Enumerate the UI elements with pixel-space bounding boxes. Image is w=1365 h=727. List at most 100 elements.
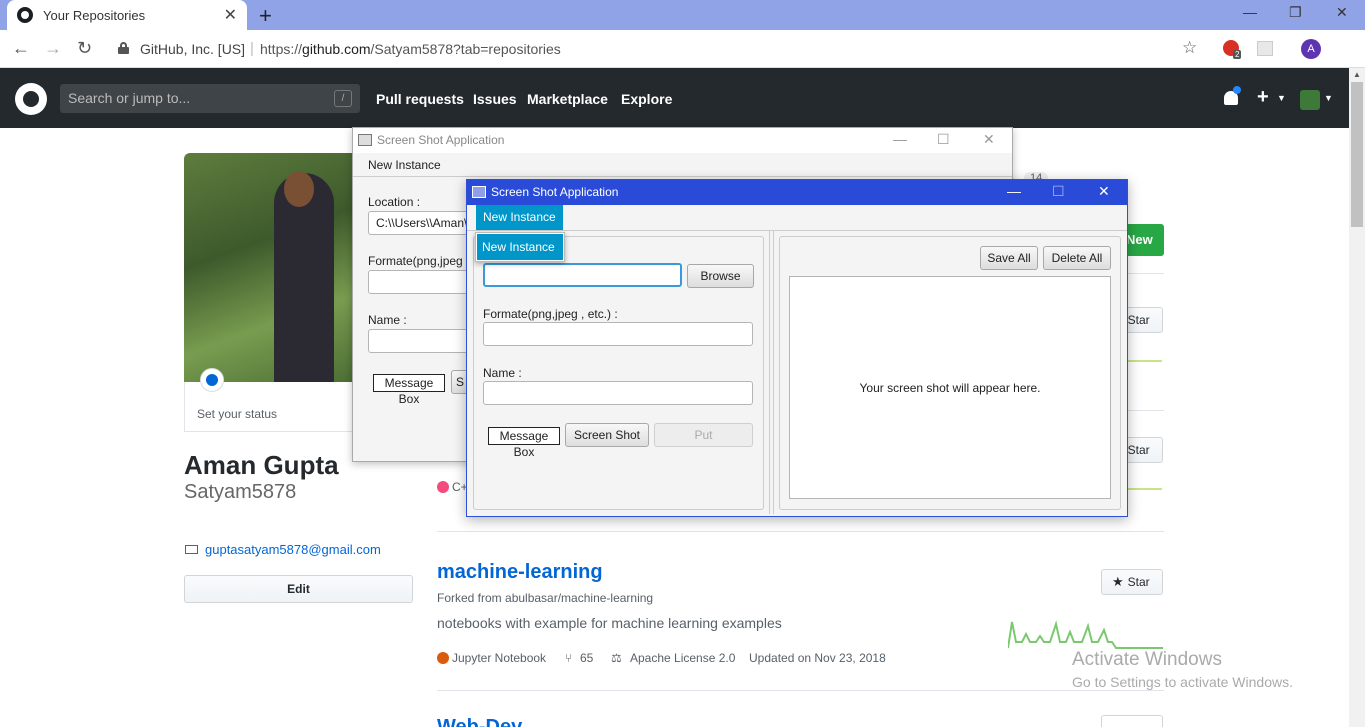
create-new-plus-icon[interactable]: + [1257, 86, 1269, 109]
minimize-icon[interactable]: — [1007, 183, 1021, 199]
format-label: Formate(png,jpeg , etc.) : [483, 307, 618, 321]
tab-bar: Your Repositories ✕ + — ❐ ✕ [0, 0, 1365, 30]
nav-explore[interactable]: Explore [621, 91, 672, 107]
site-org: GitHub, Inc. [US] [140, 41, 246, 57]
profile-email-link[interactable]: guptasatyam5878@gmail.com [205, 542, 381, 557]
repo-forks[interactable]: 65 [580, 651, 593, 665]
put-button[interactable]: Put [654, 423, 753, 447]
github-header: Search or jump to... / Pull requests Iss… [0, 68, 1349, 128]
extension-badge: 2 [1233, 50, 1242, 59]
browse-button[interactable]: Browse [687, 264, 754, 288]
menu-new-instance[interactable]: New Instance [353, 153, 456, 177]
name-field[interactable] [368, 329, 468, 353]
delete-all-button[interactable]: Delete All [1043, 246, 1111, 270]
profile-username: Satyam5878 [184, 481, 297, 503]
tab-your-repositories[interactable]: Your Repositories ✕ [7, 0, 247, 30]
address-bar: ← → ↻ GitHub, Inc. [US] | https://github… [0, 30, 1365, 86]
screen-shot-button[interactable]: Screen Shot [565, 423, 649, 447]
message-box-button[interactable]: Message Box [373, 374, 445, 406]
status-text[interactable]: Set your status [197, 407, 277, 421]
user-avatar[interactable] [1300, 90, 1320, 110]
minimize-icon[interactable]: — [893, 131, 907, 147]
chrome-profile-avatar[interactable]: A [1301, 39, 1321, 59]
law-icon: ⚖ [611, 651, 622, 665]
star-button[interactable] [1101, 715, 1163, 727]
back-icon[interactable]: ← [12, 38, 30, 59]
lock-icon [118, 42, 129, 54]
chevron-down-icon[interactable]: ▼ [1277, 93, 1286, 103]
page-scrollbar[interactable]: ▲ [1349, 68, 1365, 727]
location-field[interactable] [483, 263, 682, 287]
menu-bar: New Instance [353, 153, 1012, 177]
format-field[interactable] [483, 322, 753, 346]
search-shortcut-key: / [334, 90, 352, 107]
url-text[interactable]: https://github.com/Satyam5878?tab=reposi… [260, 41, 561, 57]
nav-marketplace[interactable]: Marketplace [527, 91, 608, 107]
scroll-up-icon[interactable]: ▲ [1353, 70, 1361, 79]
window-title-bar[interactable]: Screen Shot Application — ☐ ✕ [353, 128, 1012, 153]
activity-sparkline [1008, 620, 1163, 649]
new-instance-dropdown: New Instance [475, 232, 565, 262]
mail-icon [185, 545, 198, 554]
close-tab-icon[interactable]: ✕ [224, 5, 237, 25]
split-divider[interactable] [769, 231, 774, 514]
close-icon[interactable]: ✕ [1098, 183, 1110, 200]
app-window-icon [472, 186, 486, 198]
minimize-icon[interactable]: — [1243, 4, 1257, 20]
repo-license: Apache License 2.0 [630, 651, 736, 665]
bookmark-star-icon[interactable]: ☆ [1182, 38, 1197, 58]
format-label: Formate(png,jpeg [368, 254, 463, 268]
scrollbar-thumb[interactable] [1351, 82, 1363, 227]
window-title: Screen Shot Application [491, 185, 619, 199]
screenshot-preview-area: Your screen shot will appear here. [789, 276, 1111, 499]
restore-icon[interactable]: ❐ [1289, 4, 1302, 21]
preview-placeholder: Your screen shot will appear here. [859, 381, 1041, 395]
name-label: Name : [368, 313, 407, 327]
github-favicon-icon [17, 7, 33, 23]
github-logo-icon[interactable] [15, 83, 47, 115]
close-icon[interactable]: ✕ [983, 131, 995, 148]
nav-issues[interactable]: Issues [473, 91, 517, 107]
repo-language: Jupyter Notebook [452, 651, 547, 665]
save-all-button[interactable]: Save All [980, 246, 1038, 270]
chevron-down-icon[interactable]: ▼ [1324, 93, 1333, 103]
reload-icon[interactable]: ↻ [77, 38, 92, 59]
menu-new-instance[interactable]: New Instance [476, 205, 563, 230]
activity-sparkline [1128, 488, 1162, 490]
repo-name-link[interactable]: Web-Dev [437, 716, 522, 727]
profile-fullname: Aman Gupta [184, 450, 339, 480]
fork-icon: ⑂ [565, 651, 573, 665]
smiley-icon[interactable] [200, 368, 224, 392]
maximize-icon[interactable]: ☐ [937, 131, 950, 148]
repo-forked-from[interactable]: Forked from abulbasar/machine-learning [437, 591, 653, 605]
message-box-button[interactable]: Message Box [488, 427, 560, 459]
notification-dot [1233, 86, 1241, 94]
window-title: Screen Shot Application [377, 133, 505, 147]
format-field[interactable] [368, 270, 468, 294]
search-input[interactable]: Search or jump to... / [60, 84, 360, 113]
location-label: Location : [368, 195, 421, 209]
name-label: Name : [483, 366, 522, 380]
app-window-icon [358, 134, 372, 146]
window-title-bar[interactable]: Screen Shot Application — ☐ ✕ [467, 180, 1127, 205]
close-window-icon[interactable]: ✕ [1336, 4, 1348, 21]
tab-title: Your Repositories [43, 7, 146, 23]
edit-profile-button[interactable]: Edit [184, 575, 413, 603]
location-field[interactable]: C:\\Users\\Aman\ [368, 211, 468, 235]
star-button[interactable]: ★ Star [1101, 569, 1163, 595]
activate-windows-subtitle: Go to Settings to activate Windows. [1072, 674, 1293, 690]
new-tab-icon[interactable]: + [259, 3, 272, 29]
language-color-dot [437, 652, 449, 664]
maximize-icon[interactable]: ☐ [1052, 183, 1065, 200]
name-field[interactable] [483, 381, 753, 405]
repo-updated: Updated on Nov 23, 2018 [749, 651, 886, 665]
repo-name-link[interactable]: machine-learning [437, 561, 603, 584]
menu-bar: New Instance [467, 205, 1127, 231]
profile-photo[interactable] [184, 153, 354, 382]
extension-gray-icon[interactable] [1257, 41, 1273, 56]
activate-windows-title: Activate Windows [1072, 649, 1222, 670]
nav-pull-requests[interactable]: Pull requests [376, 91, 464, 107]
dropdown-item-new-instance[interactable]: New Instance [477, 234, 563, 260]
repo-description: notebooks with example for machine learn… [437, 615, 782, 631]
forward-icon[interactable]: → [44, 38, 62, 59]
